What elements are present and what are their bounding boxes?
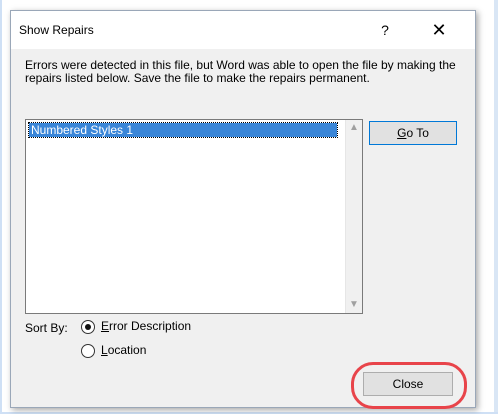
- sort-option-label: rror Description: [109, 319, 192, 333]
- sort-location-radio[interactable]: Location: [81, 343, 146, 358]
- radio-checked-icon[interactable]: [81, 319, 95, 334]
- dialog-titlebar: Show Repairs ? ✕: [11, 11, 475, 49]
- error-message: Errors were detected in this file, but W…: [25, 58, 456, 85]
- go-to-label: o To: [406, 126, 429, 140]
- show-repairs-dialog: Show Repairs ? ✕ Errors were detected in…: [10, 10, 476, 409]
- close-window-button[interactable]: ✕: [425, 17, 453, 43]
- chevron-up-icon[interactable]: ▲: [346, 120, 362, 136]
- sort-option-hotkey: L: [101, 343, 108, 357]
- chevron-down-icon[interactable]: ▼: [346, 297, 362, 313]
- sort-option-hotkey: E: [101, 319, 110, 333]
- list-item[interactable]: Numbered Styles 1: [28, 122, 338, 138]
- close-button[interactable]: Close: [363, 372, 453, 396]
- sort-error-description-radio[interactable]: Error Description: [81, 319, 191, 334]
- dialog-title: Show Repairs: [19, 23, 94, 37]
- listbox-scrollbar[interactable]: ▲ ▼: [345, 120, 362, 313]
- sort-option-label: ocation: [107, 343, 147, 357]
- background-edge-left: [0, 0, 2, 414]
- background-edge-right: [494, 0, 498, 414]
- sort-by-label: Sort By:: [25, 321, 68, 335]
- repairs-listbox[interactable]: Numbered Styles 1 ▲ ▼: [25, 119, 363, 314]
- go-to-button[interactable]: Go To: [369, 121, 457, 145]
- radio-unchecked-icon[interactable]: [81, 343, 95, 358]
- help-button[interactable]: ?: [373, 19, 397, 41]
